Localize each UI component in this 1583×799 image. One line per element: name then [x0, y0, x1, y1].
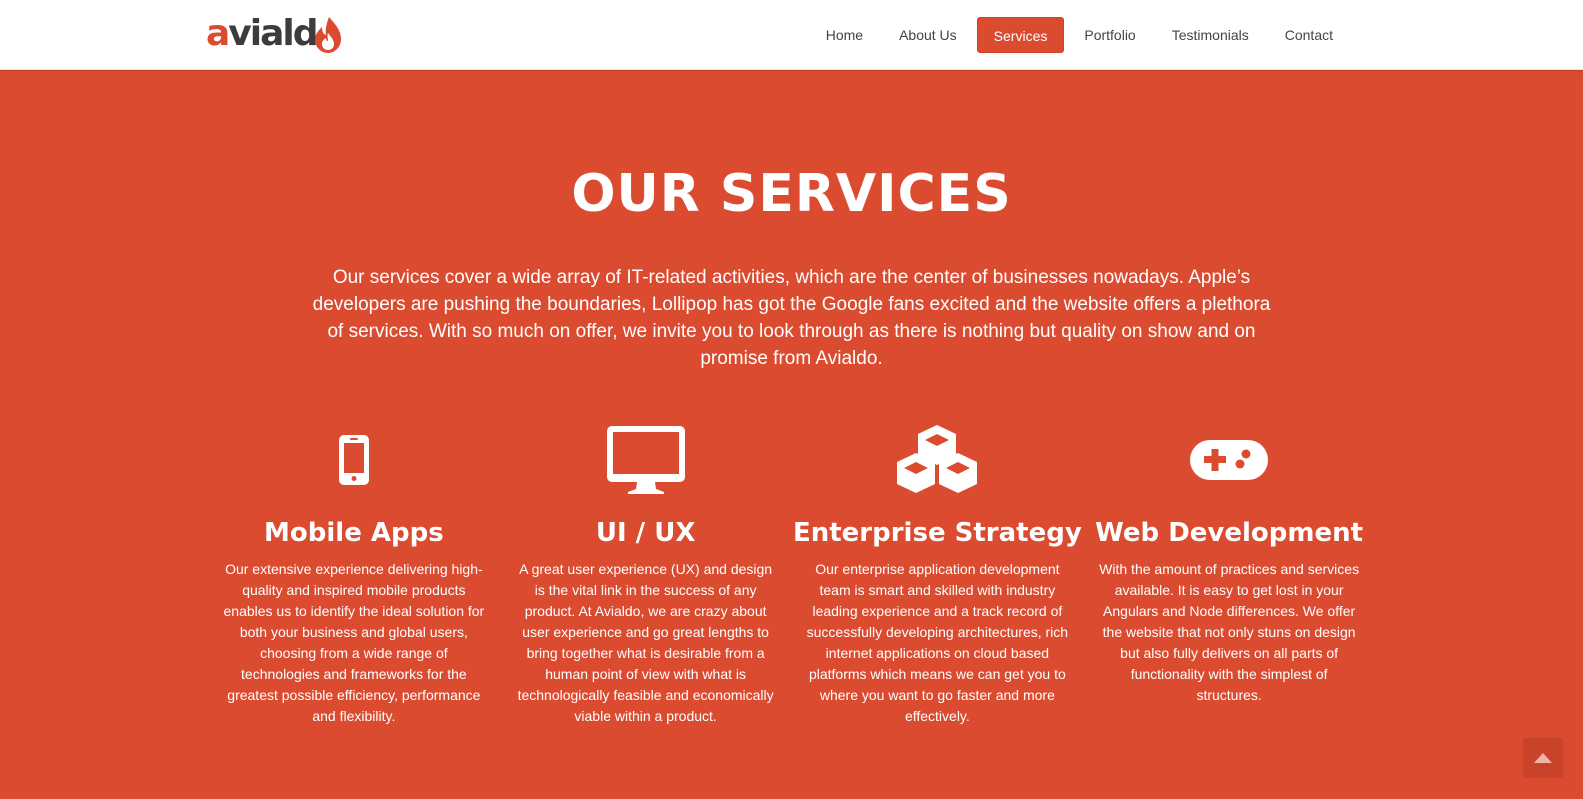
mobile-phone-icon — [338, 435, 369, 485]
main-nav: Home About Us Services Portfolio Testimo… — [810, 17, 1349, 53]
service-card-web-development: Web Development With the amount of pract… — [1083, 420, 1375, 727]
logo-text: aviald — [206, 13, 319, 54]
cubes-icon — [897, 425, 978, 493]
section-title: OUR SERVICES — [571, 164, 1012, 224]
nav-contact[interactable]: Contact — [1269, 17, 1349, 53]
brand-logo[interactable]: aviald — [206, 14, 343, 54]
service-description: Our enterprise application development t… — [806, 561, 1069, 724]
service-card-mobile-apps: Mobile Apps Our extensive experience del… — [208, 420, 500, 727]
nav-portfolio[interactable]: Portfolio — [1068, 17, 1151, 53]
service-card-ui-ux: UI / UX A great user experience (UX) and… — [500, 420, 792, 727]
service-card-enterprise-strategy: Enterprise Strategy Our enterprise appli… — [792, 420, 1084, 727]
service-title: UI / UX — [595, 518, 696, 548]
service-title: Web Development — [1095, 518, 1364, 548]
service-description: With the amount of practices and service… — [1099, 561, 1360, 703]
service-description: A great user experience (UX) and design … — [517, 561, 774, 724]
desktop-monitor-icon — [606, 426, 685, 494]
gamepad-icon — [1190, 440, 1269, 480]
nav-home[interactable]: Home — [810, 17, 879, 53]
nav-about-us[interactable]: About Us — [883, 17, 973, 53]
flame-icon — [314, 17, 341, 53]
section-intro: Our services cover a wide array of IT-re… — [312, 267, 1271, 369]
top-navbar: aviald Home About Us Services Portfolio … — [0, 0, 1583, 70]
scroll-to-top-button[interactable] — [1523, 738, 1563, 778]
chevron-up-icon — [1534, 753, 1552, 763]
services-grid: Mobile Apps Our extensive experience del… — [208, 420, 1375, 727]
service-description: Our extensive experience delivering high… — [223, 561, 485, 724]
nav-services[interactable]: Services — [976, 17, 1065, 53]
service-title: Mobile Apps — [264, 518, 444, 548]
nav-testimonials[interactable]: Testimonials — [1156, 17, 1265, 53]
service-title: Enterprise Strategy — [792, 518, 1082, 548]
